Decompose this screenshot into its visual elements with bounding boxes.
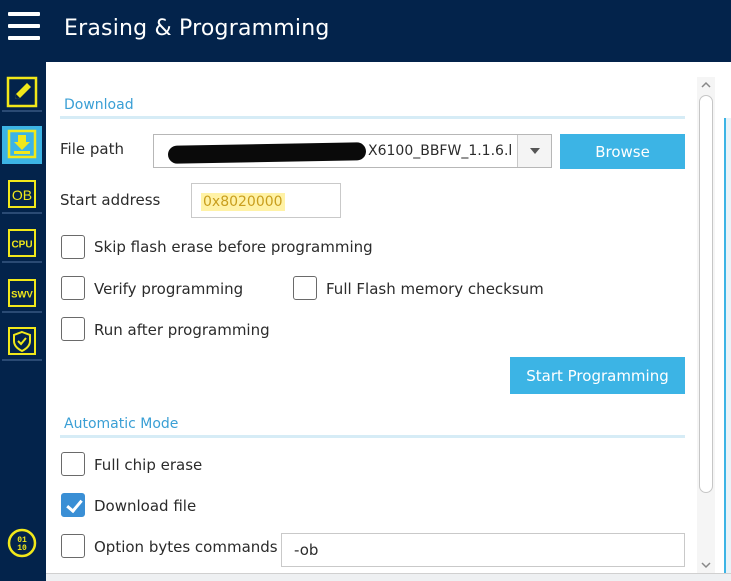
option-bytes-commands-label: Option bytes commands xyxy=(94,538,278,556)
start-address-input[interactable]: 0x8020000 xyxy=(191,183,341,218)
full-flash-checksum-checkbox[interactable] xyxy=(293,276,317,300)
app-header: Erasing & Programming xyxy=(0,0,731,62)
bottom-border xyxy=(46,573,731,581)
side-panel-edge xyxy=(724,118,731,581)
ob-icon: OB xyxy=(8,180,36,208)
download-file-label: Download file xyxy=(94,497,197,515)
sidebar-item-memory-edit[interactable] xyxy=(2,74,42,112)
sidebar-item-cpu[interactable]: CPU xyxy=(2,225,42,263)
browse-button[interactable]: Browse xyxy=(560,134,685,169)
main-panel: Download File path X6100_BBFW_1.1.6.l Br… xyxy=(46,62,731,581)
scroll-up-icon[interactable] xyxy=(697,77,715,93)
sidebar: OB CPU SWV 01 10 xyxy=(0,62,46,581)
binary-icon: 01 10 xyxy=(7,528,37,558)
redaction-mark xyxy=(167,142,367,164)
shield-icon xyxy=(8,327,36,355)
menu-icon[interactable] xyxy=(8,12,42,44)
start-address-value: 0x8020000 xyxy=(201,193,285,211)
full-chip-erase-checkbox[interactable] xyxy=(61,452,85,476)
run-after-programming-checkbox[interactable] xyxy=(61,317,85,341)
verify-programming-checkbox[interactable] xyxy=(61,276,85,300)
option-bytes-commands-input[interactable]: -ob xyxy=(281,533,685,567)
full-flash-checksum-label: Full Flash memory checksum xyxy=(326,280,544,298)
start-programming-button[interactable]: Start Programming xyxy=(510,357,685,394)
file-path-label: File path xyxy=(60,140,124,158)
page-title: Erasing & Programming xyxy=(64,16,330,41)
svg-text:OB: OB xyxy=(12,187,32,203)
sidebar-item-option-bytes[interactable]: OB xyxy=(2,176,42,214)
svg-text:SWV: SWV xyxy=(11,290,33,301)
scroll-down-icon[interactable] xyxy=(697,557,715,573)
skip-flash-erase-label: Skip flash erase before programming xyxy=(94,238,373,256)
svg-text:10: 10 xyxy=(17,544,27,553)
download-icon xyxy=(7,129,37,159)
start-address-label: Start address xyxy=(60,191,161,209)
scrollbar-thumb[interactable] xyxy=(699,95,713,493)
option-bytes-commands-checkbox[interactable] xyxy=(61,534,85,558)
download-section-title: Download xyxy=(64,97,134,113)
swv-icon: SWV xyxy=(8,279,36,307)
vertical-scrollbar[interactable] xyxy=(697,77,715,573)
verify-programming-label: Verify programming xyxy=(94,280,244,298)
svg-text:CPU: CPU xyxy=(11,240,32,251)
chevron-down-icon[interactable] xyxy=(517,135,551,167)
sidebar-item-erasing-programming[interactable] xyxy=(2,126,42,164)
automatic-mode-section-title: Automatic Mode xyxy=(64,416,179,432)
file-path-value: X6100_BBFW_1.1.6.l xyxy=(368,143,513,159)
cpu-icon: CPU xyxy=(8,229,36,257)
sidebar-item-security[interactable] xyxy=(2,323,42,361)
automatic-mode-section-divider xyxy=(60,435,685,438)
skip-flash-erase-checkbox[interactable] xyxy=(61,235,85,259)
sidebar-item-swv[interactable]: SWV xyxy=(2,275,42,313)
sidebar-item-binary[interactable]: 01 10 xyxy=(2,524,42,562)
option-bytes-commands-value: -ob xyxy=(294,541,319,559)
file-path-combobox[interactable]: X6100_BBFW_1.1.6.l xyxy=(153,134,552,168)
run-after-programming-label: Run after programming xyxy=(94,321,270,339)
full-chip-erase-label: Full chip erase xyxy=(94,456,203,474)
download-section-divider xyxy=(60,116,685,119)
download-file-checkbox[interactable] xyxy=(61,493,85,517)
pencil-icon xyxy=(6,76,38,108)
